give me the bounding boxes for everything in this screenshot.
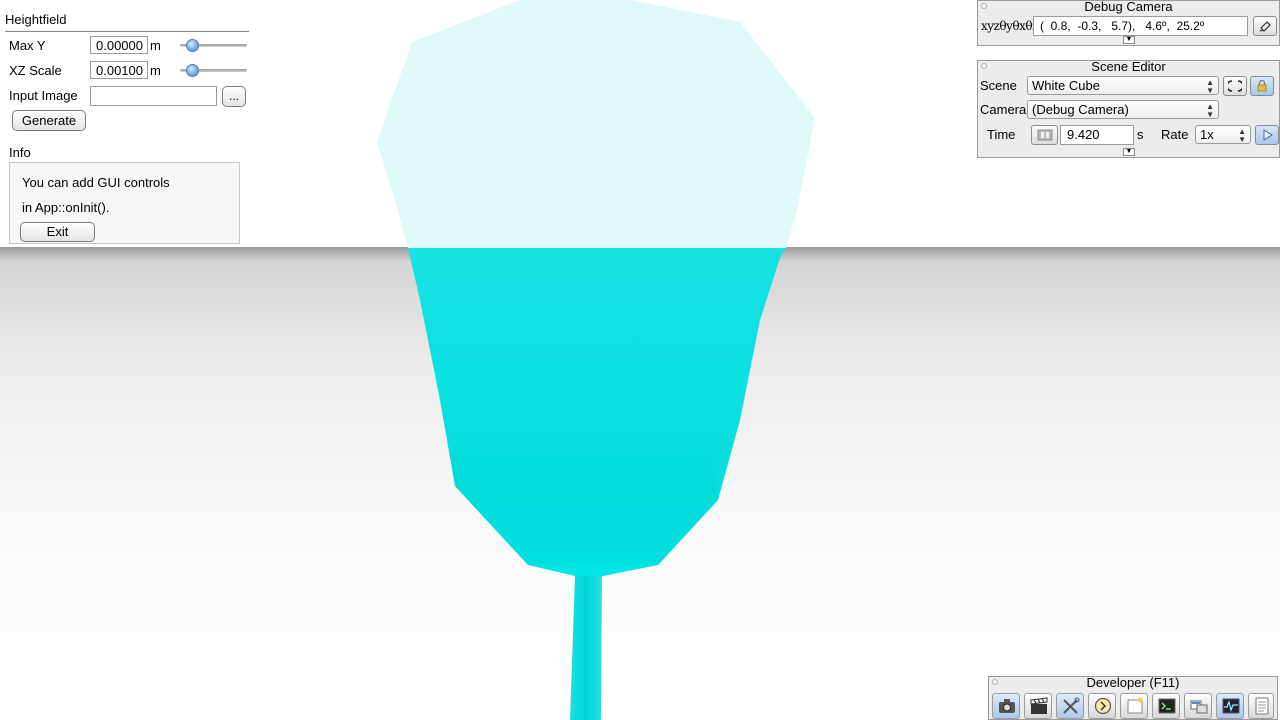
time-pause-button[interactable] xyxy=(1031,125,1058,145)
time-field[interactable]: 9.420 xyxy=(1060,125,1134,145)
document-icon xyxy=(1255,697,1269,715)
time-label: Time xyxy=(987,127,1016,142)
profiler-button[interactable] xyxy=(1216,693,1244,719)
input-image-label: Input Image xyxy=(9,88,78,103)
xz-scale-unit: m xyxy=(150,63,161,78)
heightfield-panel: Heightfield Max Y 0.00000 m XZ Scale 0.0… xyxy=(0,0,252,250)
info-line-2: in App::onInit(). xyxy=(22,200,110,215)
scene-graph-button[interactable] xyxy=(1184,693,1212,719)
developer-title: Developer (F11) xyxy=(1086,675,1180,690)
coord-label: xyzθyθxθz xyxy=(981,19,1038,33)
debug-camera-window: Debug Camera xyzθyθxθz ( 0.8, -0.3, 5.7)… xyxy=(977,0,1280,46)
camera-label: Camera xyxy=(980,102,1027,117)
clock-icon xyxy=(1094,697,1112,715)
xz-scale-label: XZ Scale xyxy=(9,63,62,78)
camera-dropdown[interactable]: (Debug Camera) ▲ ▼ xyxy=(1027,100,1219,119)
3d-viewport[interactable]: Heightfield Max Y 0.00000 m XZ Scale 0.0… xyxy=(0,0,1280,720)
developer-toolbar: Developer (F11) xyxy=(988,676,1278,720)
rate-label: Rate xyxy=(1161,127,1189,142)
scene-graph-icon xyxy=(1190,700,1208,714)
screenshot-button[interactable] xyxy=(992,693,1020,719)
input-image-field[interactable] xyxy=(90,86,217,106)
rate-dropdown[interactable]: 1x ▲ ▼ xyxy=(1195,125,1251,144)
tools-icon xyxy=(1063,697,1080,714)
exit-button[interactable]: Exit xyxy=(20,222,95,242)
updown-arrows-icon: ▲ ▼ xyxy=(1238,127,1246,144)
collapse-arrow-icon[interactable]: ▼ xyxy=(1123,36,1135,44)
scene-dropdown-value: White Cube xyxy=(1032,78,1100,93)
max-y-slider-knob[interactable] xyxy=(186,39,200,52)
terminal-icon xyxy=(1158,698,1176,714)
window-close-dot[interactable] xyxy=(992,679,998,685)
rate-dropdown-value: 1x xyxy=(1200,127,1214,142)
clipboard-icon xyxy=(1259,21,1271,32)
browse-button[interactable]: ... xyxy=(222,86,246,107)
updown-arrows-icon: ▲ ▼ xyxy=(1206,78,1214,95)
film-icon xyxy=(1037,129,1052,141)
lock-icon xyxy=(1257,79,1267,92)
play-icon xyxy=(1263,129,1273,141)
title-divider xyxy=(5,31,249,32)
console-button[interactable] xyxy=(1152,693,1180,719)
new-window-button[interactable] xyxy=(1120,693,1148,719)
window-icon xyxy=(1127,697,1143,714)
video-record-button[interactable] xyxy=(1024,693,1052,719)
camera-dropdown-value: (Debug Camera) xyxy=(1032,102,1129,117)
scene-dropdown[interactable]: White Cube ▲ ▼ xyxy=(1027,76,1219,95)
max-y-label: Max Y xyxy=(9,38,46,53)
clapperboard-icon xyxy=(1030,697,1048,714)
tools-button[interactable] xyxy=(1056,693,1084,719)
scene-editor-title: Scene Editor xyxy=(1091,59,1166,74)
debug-camera-title: Debug Camera xyxy=(1084,0,1173,14)
object-upper xyxy=(377,0,815,248)
collapse-arrow-icon[interactable]: ▼ xyxy=(1123,148,1135,156)
info-line-1: You can add GUI controls xyxy=(22,175,170,190)
reload-scene-button[interactable] xyxy=(1223,76,1247,96)
max-y-unit: m xyxy=(150,38,161,53)
info-label: Info xyxy=(9,145,31,160)
updown-arrows-icon: ▲ ▼ xyxy=(1206,102,1214,119)
window-close-dot[interactable] xyxy=(981,63,987,69)
max-y-field[interactable]: 0.00000 xyxy=(90,36,148,54)
info-box: You can add GUI controls in App::onInit(… xyxy=(9,162,240,244)
generate-button[interactable]: Generate xyxy=(12,110,86,131)
log-button[interactable] xyxy=(1248,693,1274,719)
profiler-icon xyxy=(1222,698,1240,714)
copy-coordinates-button[interactable] xyxy=(1253,16,1277,36)
xz-scale-field[interactable]: 0.00100 xyxy=(90,61,148,79)
xz-scale-slider-knob[interactable] xyxy=(186,64,200,77)
camera-coordinates-field[interactable]: ( 0.8, -0.3, 5.7), 4.6º, 25.2º xyxy=(1033,16,1248,36)
time-unit: s xyxy=(1137,127,1144,142)
window-close-dot[interactable] xyxy=(981,3,987,9)
scene-label: Scene xyxy=(980,78,1017,93)
play-button[interactable] xyxy=(1255,125,1279,145)
lock-scene-button[interactable] xyxy=(1250,76,1274,96)
time-control-button[interactable] xyxy=(1088,693,1116,719)
object-stem xyxy=(570,576,602,720)
scene-editor-window: Scene Editor Scene White Cube ▲ ▼ Camera … xyxy=(977,60,1280,158)
camera-icon xyxy=(999,699,1015,713)
reload-icon xyxy=(1226,80,1244,92)
heightfield-title: Heightfield xyxy=(5,12,67,27)
